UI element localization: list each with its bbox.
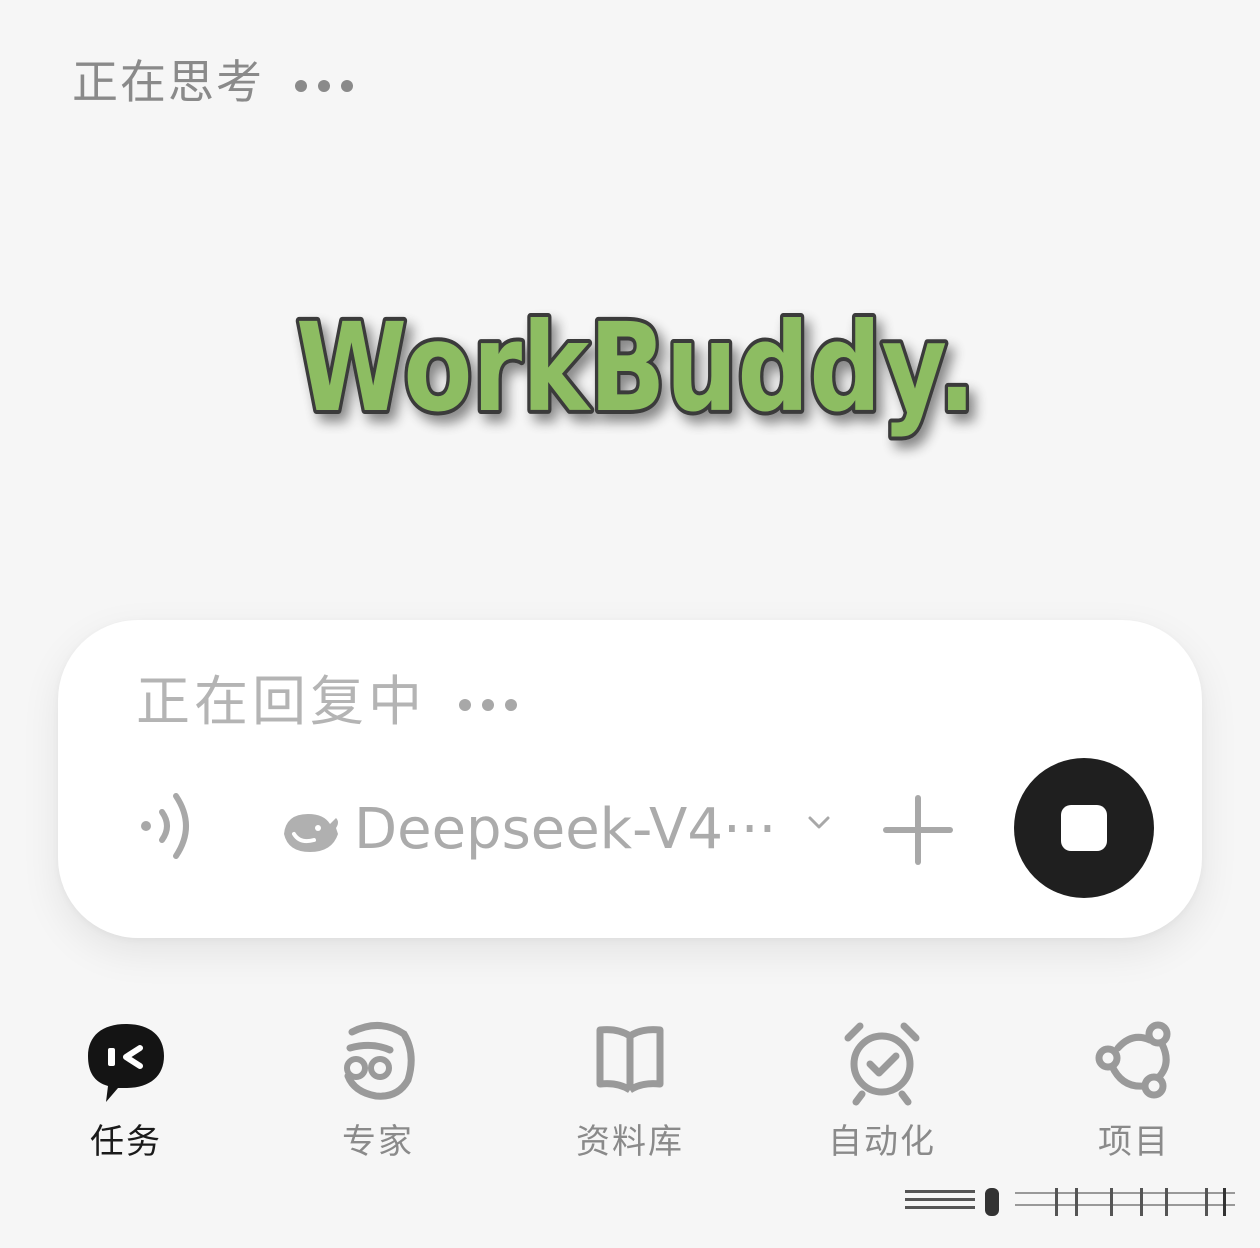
- thinking-text: 正在思考: [72, 55, 264, 109]
- composer-placeholder-text: 正在回复中: [136, 670, 426, 733]
- tab-experts[interactable]: 专家: [298, 1018, 458, 1168]
- tab-label: 任务: [90, 1122, 162, 1162]
- add-button[interactable]: [880, 792, 956, 868]
- logo-text: WorkBuddy.: [296, 297, 976, 439]
- bottom-tab-bar: 任务 专家 资料库 自动化 项目: [0, 1018, 1260, 1178]
- stop-button[interactable]: [1014, 758, 1154, 898]
- thinking-status: 正在思考: [72, 52, 361, 112]
- barcode-watermark-icon: [905, 1188, 1235, 1216]
- voice-wave-icon: [141, 793, 189, 859]
- ellipsis-icon: [459, 699, 518, 712]
- tab-automation[interactable]: 自动化: [802, 1018, 962, 1168]
- model-label: Deepseek-V4···: [354, 797, 777, 862]
- composer-input[interactable]: 正在回复中: [136, 670, 525, 734]
- tab-label: 专家: [342, 1122, 414, 1162]
- workbuddy-logo: WorkBuddy.: [290, 292, 990, 443]
- app-screen: 正在思考 WorkBuddy. 正在回复中 Deepseek-V4··· 任务 …: [0, 0, 1260, 1248]
- plus-icon: [883, 795, 953, 865]
- tab-label: 自动化: [828, 1122, 936, 1162]
- ellipsis-icon: [294, 79, 353, 92]
- expert-icon: [344, 1022, 415, 1100]
- tab-label: 项目: [1098, 1122, 1170, 1162]
- alarm-clock-check-icon: [844, 1022, 920, 1106]
- book-icon: [596, 1026, 664, 1093]
- tab-projects[interactable]: 项目: [1054, 1018, 1214, 1168]
- model-selector[interactable]: Deepseek-V4···: [280, 790, 834, 870]
- deepseek-whale-icon: [284, 814, 338, 852]
- task-chat-icon: [88, 1024, 164, 1102]
- stop-icon: [1061, 805, 1107, 851]
- tab-tasks[interactable]: 任务: [46, 1018, 206, 1168]
- tab-library[interactable]: 资料库: [550, 1018, 710, 1168]
- composer-card: 正在回复中 Deepseek-V4···: [58, 620, 1202, 938]
- chevron-down-icon: [808, 816, 830, 829]
- tab-label: 资料库: [576, 1122, 684, 1162]
- project-nodes-icon: [1095, 1021, 1171, 1099]
- voice-button[interactable]: [134, 786, 204, 866]
